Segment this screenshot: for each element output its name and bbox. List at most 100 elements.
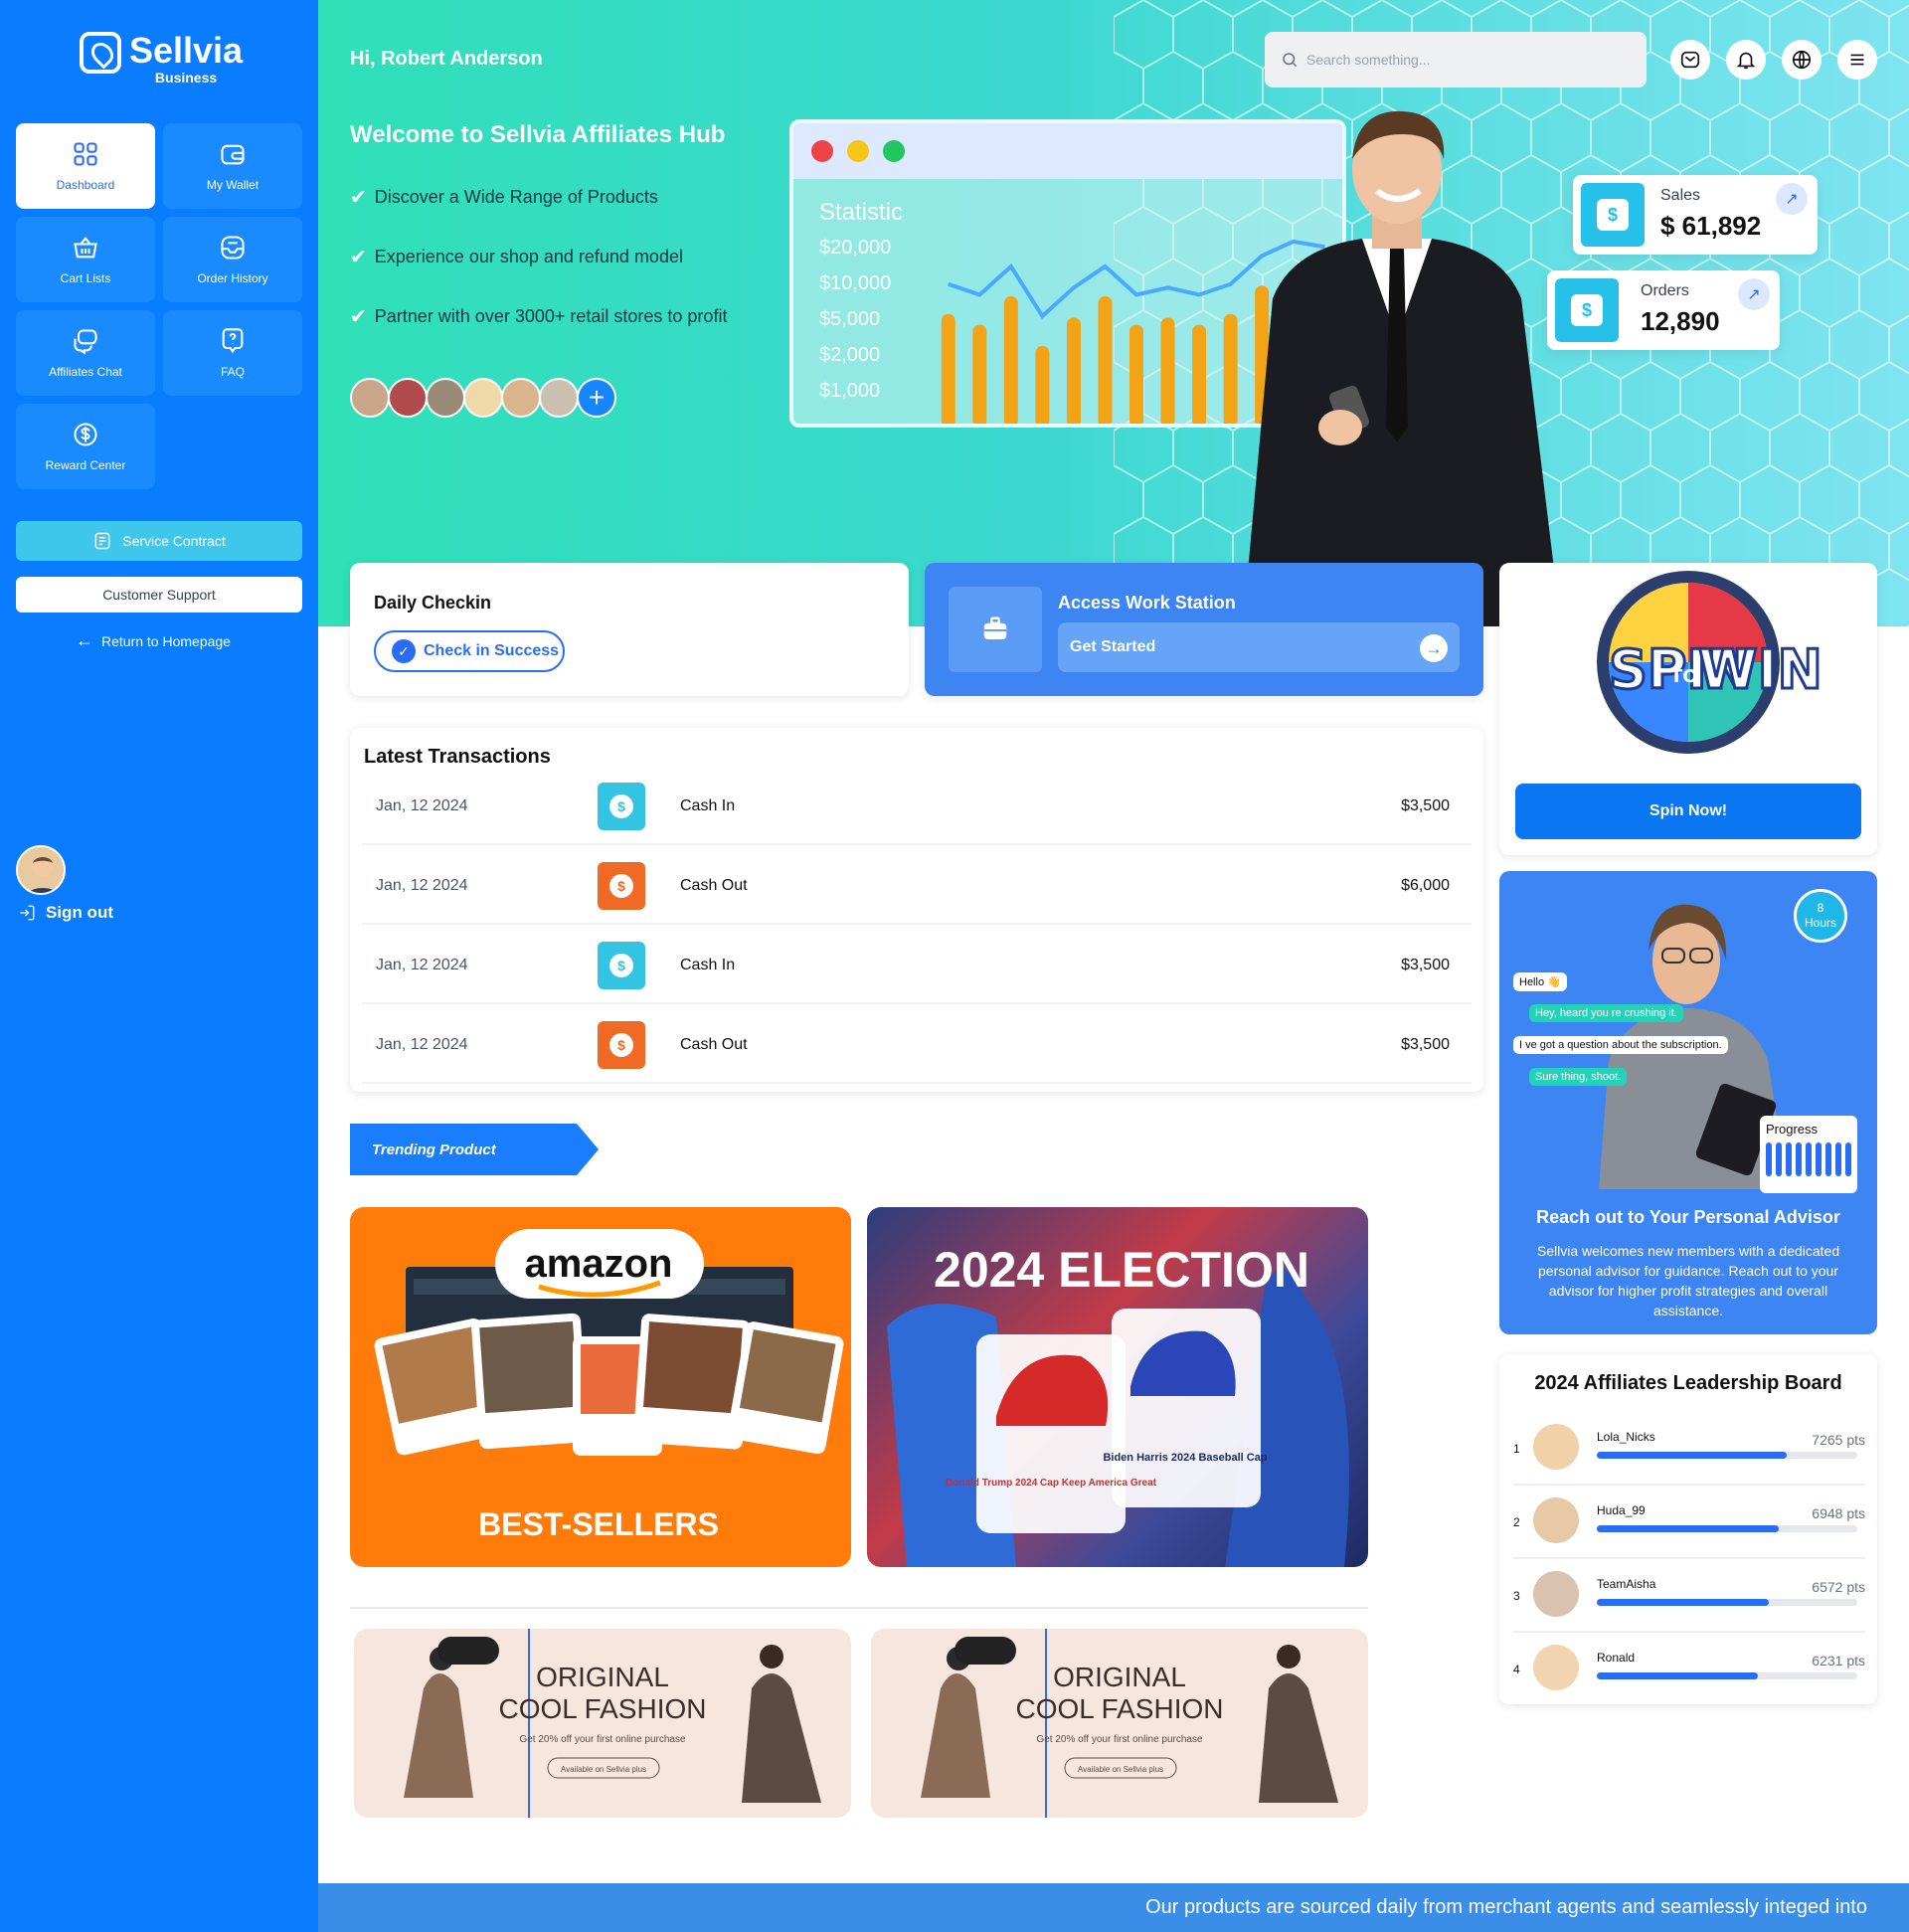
avatar[interactable]	[16, 845, 66, 895]
sidebar-item-cart-lists[interactable]: Cart Lists	[16, 217, 155, 302]
dollar-icon: $	[598, 783, 645, 830]
fashion-line2: COOL FASHION	[498, 1693, 706, 1724]
dollar-icon: $	[1581, 183, 1645, 247]
hours-badge: 8 Hours	[1794, 889, 1847, 943]
avatar[interactable]	[501, 378, 541, 418]
contract-icon	[94, 532, 110, 550]
table-row[interactable]: Jan, 12 2024 $ Cash In $3,500	[362, 770, 1472, 845]
fashion-banner[interactable]: ORIGINAL COOL FASHION Get 20% off your f…	[354, 1629, 851, 1818]
leaderboard-row[interactable]: 1 Lola_Nicks 7265 pts	[1513, 1412, 1865, 1486]
arrow-up-right-icon[interactable]: ↗	[1738, 278, 1770, 310]
leaderboard-row[interactable]: 3 TeamAisha 6572 pts	[1513, 1559, 1865, 1633]
sidebar-item-affiliates-chat[interactable]: Affiliates Chat	[16, 310, 155, 396]
sidebar-item-wallet[interactable]: My Wallet	[163, 123, 302, 209]
check-in-button[interactable]: ✓ Check in Success	[374, 630, 565, 672]
return-homepage-link[interactable]: ← Return to Homepage	[76, 630, 231, 651]
hours-count: 8	[1817, 901, 1824, 915]
spin-to-win-card: SPIN TO WIN Spin Now!	[1499, 563, 1877, 855]
leaderboard-name: Lola_Nicks	[1597, 1430, 1655, 1444]
transaction-amount: $3,500	[1401, 1036, 1450, 1053]
leaderboard-rank: 4	[1513, 1663, 1520, 1676]
check-in-label: Check in Success	[424, 642, 560, 659]
fashion-banner-image: ORIGINAL COOL FASHION Get 20% off your f…	[404, 1629, 821, 1818]
leaderboard-row[interactable]: 4 Ronald 6231 pts	[1513, 1633, 1865, 1706]
fashion-sub: Get 20% off your first online purchase	[519, 1734, 686, 1745]
avatar[interactable]	[426, 378, 465, 418]
feature-text: Partner with over 3000+ retail stores to…	[374, 305, 728, 326]
fashion-banner[interactable]: ORIGINAL COOL FASHION Get 20% off your f…	[871, 1629, 1368, 1818]
chat-bubble: I ve got a question about the subscripti…	[1513, 1036, 1728, 1054]
brand-subtitle: Business	[154, 70, 218, 86]
trending-product-tag: Trending Product	[350, 1124, 599, 1175]
question-icon	[219, 327, 247, 355]
table-row[interactable]: Jan, 12 2024 $ Cash In $3,500	[362, 929, 1472, 1004]
chat-bubble: Hey, heard you re crushing it.	[1529, 1004, 1683, 1022]
menu-icon[interactable]	[1837, 40, 1877, 80]
avatar[interactable]	[463, 378, 503, 418]
greeting: Hi, Robert Anderson	[350, 48, 543, 70]
arrow-right-icon: →	[1420, 634, 1448, 662]
points-progress-track	[1597, 1452, 1857, 1459]
service-contract-button[interactable]: Service Contract	[16, 521, 302, 561]
amazon-logo-text: amazon	[525, 1242, 673, 1286]
bell-icon[interactable]	[1726, 40, 1766, 80]
statistic-bar	[1192, 324, 1207, 424]
return-homepage-label: Return to Homepage	[101, 632, 231, 649]
daily-checkin-card: Daily Checkin ✓ Check in Success	[350, 563, 909, 696]
transaction-type: Cash Out	[680, 877, 748, 894]
sidebar-item-order-history[interactable]: Order History	[163, 217, 302, 302]
table-row[interactable]: Jan, 12 2024 $ Cash Out $6,000	[362, 849, 1472, 925]
hero-title: Welcome to Sellvia Affiliates Hub	[350, 121, 726, 148]
election-banner[interactable]: 2024 ELECTION Donald Trump 2024 Cap Keep…	[867, 1207, 1368, 1567]
feature-list: ✔ Discover a Wide Range of Products ✔ Expe…	[350, 167, 727, 346]
orders-card[interactable]: $ Orders 12,890 ↗	[1547, 270, 1780, 350]
avatar	[1533, 1497, 1579, 1543]
points-progress-fill	[1597, 1452, 1788, 1459]
amazon-best-sellers-banner[interactable]: amazon BEST-SELLERS	[350, 1207, 851, 1567]
avatar[interactable]	[350, 378, 390, 418]
table-row[interactable]: Jan, 12 2024 $ Cash Out $3,500	[362, 1008, 1472, 1084]
leaderboard-rank: 2	[1513, 1515, 1520, 1529]
globe-icon[interactable]	[1782, 40, 1822, 80]
avatar[interactable]	[539, 378, 579, 418]
leaderboard-row[interactable]: 2 Huda_99 6948 pts	[1513, 1486, 1865, 1559]
points-progress-track	[1597, 1672, 1857, 1679]
avatar	[1533, 1424, 1579, 1470]
avatar[interactable]	[388, 378, 428, 418]
get-started-button[interactable]: Get Started →	[1058, 622, 1460, 672]
mail-icon[interactable]	[1670, 40, 1710, 80]
y-axis-label: $2,000	[819, 344, 881, 366]
sign-out-button[interactable]: Sign out	[18, 903, 113, 923]
spin-now-button[interactable]: Spin Now!	[1515, 784, 1861, 839]
arrow-up-right-icon[interactable]: ↗	[1776, 183, 1808, 215]
add-avatar-button[interactable]: +	[577, 378, 616, 418]
sidebar-item-reward-center[interactable]: Reward Center	[16, 404, 155, 489]
sidebar: Sellvia Business Dashboard My Wallet Car…	[0, 0, 318, 1932]
search-input[interactable]: Search something...	[1306, 52, 1431, 68]
affiliate-avatars: +	[350, 378, 616, 418]
feature-item: ✔ Discover a Wide Range of Products	[350, 167, 727, 227]
grid-icon	[72, 140, 99, 168]
statistic-bar	[1098, 295, 1113, 424]
leaderboard-points: 6948 pts	[1812, 1505, 1865, 1521]
search-bar[interactable]: Search something...	[1265, 32, 1647, 88]
y-axis-label: $20,000	[819, 237, 892, 259]
sales-card[interactable]: $ Sales $ 61,892 ↗	[1573, 175, 1818, 255]
latest-transactions-card: Latest Transactions Jan, 12 2024 $ Cash …	[350, 728, 1483, 1092]
leaderboard-points: 6231 pts	[1812, 1653, 1865, 1669]
sidebar-item-dashboard[interactable]: Dashboard	[16, 123, 155, 209]
brand-name: Sellvia	[129, 30, 244, 71]
customer-support-button[interactable]: Customer Support	[16, 577, 302, 613]
sidebar-item-faq[interactable]: FAQ	[163, 310, 302, 396]
feature-text: Experience our shop and refund model	[374, 246, 683, 266]
sidebar-item-label: Affiliates Chat	[49, 365, 122, 379]
biden-cap-label: Biden Harris 2024 Baseball Cap	[1103, 1452, 1267, 1464]
feature-item: ✔ Experience our shop and refund model	[350, 227, 727, 286]
brand-logo[interactable]: Sellvia Business	[80, 32, 243, 86]
trump-cap-label: Donald Trump 2024 Cap Keep America Great	[946, 1478, 1157, 1489]
transaction-date: Jan, 12 2024	[376, 797, 468, 814]
avatar	[1533, 1645, 1579, 1690]
sales-value: $ 61,892	[1660, 211, 1762, 241]
transaction-amount: $6,000	[1401, 877, 1450, 894]
chat-bubble: Hello 👋	[1513, 972, 1567, 991]
